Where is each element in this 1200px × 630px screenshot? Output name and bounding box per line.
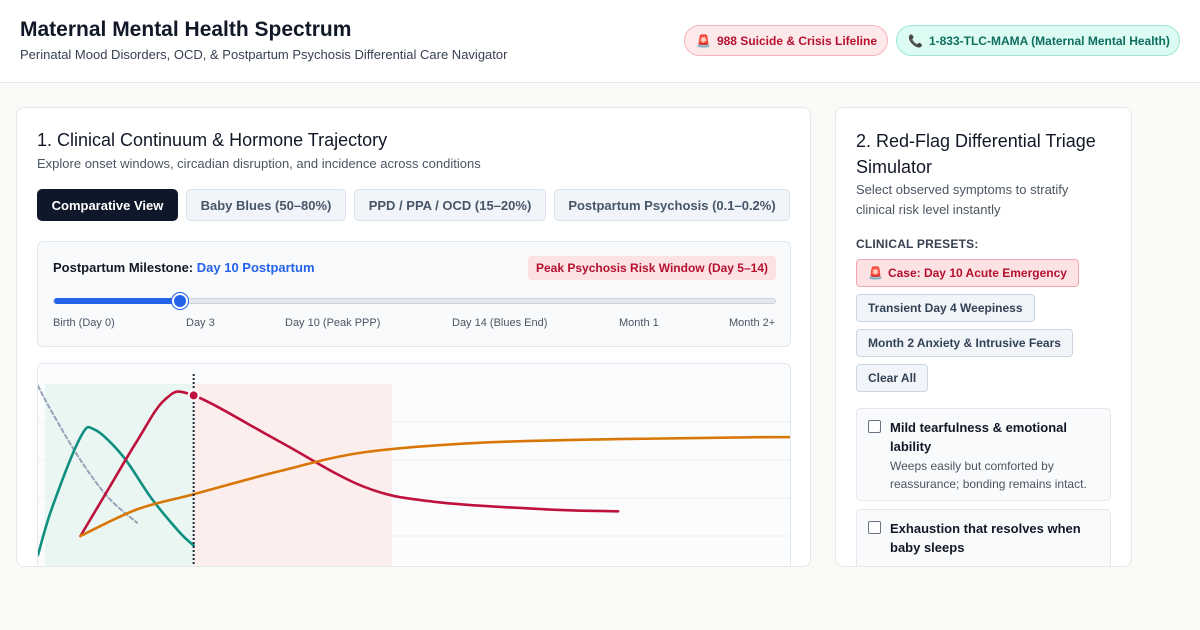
tick-day-10: Day 10 (Peak PPP) — [285, 317, 381, 329]
triage-panel: 2. Red-Flag Differential Triage Simulato… — [835, 107, 1132, 567]
maternal-hotline-button[interactable]: 📞 1-833-TLC-MAMA (Maternal Mental Health… — [896, 25, 1180, 56]
symptom-title: Exhaustion that resolves when baby sleep… — [890, 521, 1081, 555]
slider-thumb[interactable] — [171, 293, 188, 309]
tab-baby-blues[interactable]: Baby Blues (50–80%) — [186, 189, 346, 221]
milestone-label: Postpartum Milestone: Day 10 Postpartum — [53, 260, 315, 275]
crisis-lifeline-label: 988 Suicide & Crisis Lifeline — [716, 33, 878, 48]
app-title: Maternal Mental Health Spectrum — [20, 18, 352, 41]
milestone-marker-point — [187, 389, 200, 402]
tick-birth: Birth (Day 0) — [53, 317, 115, 329]
phone-icon: 📞 — [908, 33, 923, 48]
continuum-panel: 1. Clinical Continuum & Hormone Trajecto… — [16, 107, 811, 567]
milestone-control: Postpartum Milestone: Day 10 Postpartum … — [37, 241, 791, 347]
symptom-item[interactable]: Exhaustion that resolves when baby sleep… — [856, 509, 1111, 566]
tick-month-1: Month 1 — [619, 317, 659, 329]
symptom-checkbox[interactable] — [868, 521, 881, 534]
trajectory-chart — [37, 363, 791, 566]
milestone-slider[interactable] — [53, 293, 776, 309]
crisis-lifeline-button[interactable]: 🚨 988 Suicide & Crisis Lifeline — [684, 25, 888, 56]
preset-day-4-weepiness-button[interactable]: Transient Day 4 Weepiness — [856, 294, 1035, 322]
chart-band-0 — [45, 384, 194, 566]
tick-day-14: Day 14 (Blues End) — [452, 317, 548, 329]
clear-all-button[interactable]: Clear All — [856, 364, 929, 392]
app-subtitle: Perinatal Mood Disorders, OCD, & Postpar… — [20, 47, 508, 62]
app-header: Maternal Mental Health Spectrum Perinata… — [0, 0, 1200, 83]
milestone-label-text: Postpartum Milestone: — [53, 260, 194, 275]
maternal-hotline-label: 1-833-TLC-MAMA (Maternal Mental Health) — [928, 33, 1170, 48]
continuum-subtitle: Explore onset windows, circadian disrupt… — [37, 156, 481, 171]
triage-title: 2. Red-Flag Differential Triage Simulato… — [856, 131, 1096, 177]
symptom-title: Mild tearfulness & emotional lability — [890, 420, 1067, 454]
triage-subtitle: Select observed symptoms to stratify cli… — [856, 182, 1069, 217]
continuum-title: 1. Clinical Continuum & Hormone Trajecto… — [37, 130, 388, 150]
preset-month-2-anxiety-button[interactable]: Month 2 Anxiety & Intrusive Fears — [856, 329, 1073, 357]
trajectory-chart-svg — [38, 374, 790, 566]
siren-icon: 🚨 — [868, 266, 883, 280]
tick-month-2: Month 2+ — [729, 317, 776, 329]
preset-label: Case: Day 10 Acute Emergency — [887, 266, 1067, 280]
tab-ppd-ppa-ocd[interactable]: PPD / PPA / OCD (15–20%) — [354, 189, 546, 221]
tick-day-3: Day 3 — [186, 317, 215, 329]
symptom-description: Weeps easily but comforted by reassuranc… — [890, 459, 1087, 491]
symptom-checkbox[interactable] — [868, 420, 881, 433]
milestone-value: Day 10 Postpartum — [196, 260, 315, 275]
presets-label: CLINICAL PRESETS: — [856, 237, 979, 251]
slider-fill — [54, 298, 180, 304]
siren-icon: 🚨 — [696, 33, 711, 48]
risk-window-badge: Peak Psychosis Risk Window (Day 5–14) — [528, 256, 776, 280]
symptom-item[interactable]: Mild tearfulness & emotional lability We… — [856, 408, 1111, 501]
tab-postpartum-psychosis[interactable]: Postpartum Psychosis (0.1–0.2%) — [554, 189, 790, 221]
tab-comparative-view[interactable]: Comparative View — [37, 189, 178, 221]
preset-day-10-emergency-button[interactable]: 🚨 Case: Day 10 Acute Emergency — [856, 259, 1079, 287]
